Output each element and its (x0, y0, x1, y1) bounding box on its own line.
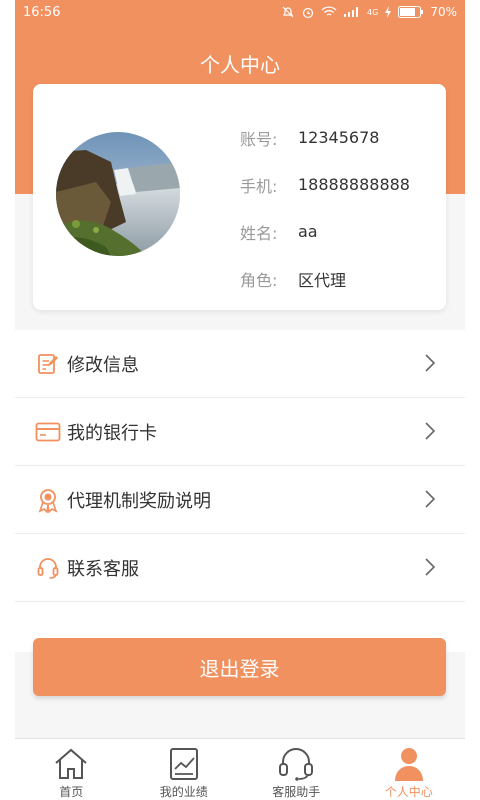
alarm-icon (301, 5, 315, 19)
app-screen: 16:56 4G 70% 个人中心 账号: 12345678 手机: 18888… (15, 0, 465, 800)
profile-row-role: 角色: 区代理 (240, 255, 410, 302)
tab-label: 我的业绩 (159, 785, 208, 799)
page-title: 个人中心 (200, 53, 280, 77)
status-bar: 16:56 4G 70% (15, 0, 465, 24)
name-label: 姓名: (240, 223, 278, 243)
profile-row-phone: 手机: 18888888888 (240, 161, 410, 208)
bank-card-icon (35, 419, 61, 445)
tab-service-assistant[interactable]: 客服助手 (240, 739, 353, 800)
headset-icon (35, 555, 61, 581)
wifi-icon (321, 6, 337, 18)
charging-icon (384, 6, 392, 18)
status-icons: 4G 70% (281, 5, 457, 19)
profile-info: 账号: 12345678 手机: 18888888888 姓名: aa 角色: … (240, 114, 410, 302)
menu-item-agent-reward[interactable]: 代理机制奖励说明 (15, 466, 465, 534)
menu-item-bank-card[interactable]: 我的银行卡 (15, 398, 465, 466)
logout-button[interactable]: 退出登录 (33, 638, 446, 696)
phone-value: 18888888888 (298, 175, 410, 194)
role-label: 角色: (240, 270, 278, 290)
menu-item-contact-service[interactable]: 联系客服 (15, 534, 465, 602)
phone-label: 手机: (240, 176, 278, 196)
tab-personal-center[interactable]: 个人中心 (353, 739, 466, 800)
bottom-tab-bar: 首页 我的业绩 客服助手 个人中心 (15, 738, 465, 800)
tab-performance[interactable]: 我的业绩 (128, 739, 241, 800)
award-ribbon-icon (35, 487, 61, 513)
avatar[interactable] (56, 132, 180, 256)
menu-item-edit-info[interactable]: 修改信息 (15, 330, 465, 398)
menu-item-label: 修改信息 (67, 354, 139, 376)
menu-item-label: 代理机制奖励说明 (67, 490, 211, 512)
signal-icon (343, 6, 361, 18)
chevron-right-icon (425, 558, 436, 580)
role-value: 区代理 (298, 270, 347, 290)
status-time: 16:56 (23, 4, 61, 20)
edit-document-icon (35, 351, 61, 377)
account-label: 账号: (240, 129, 278, 149)
account-value: 12345678 (298, 128, 380, 147)
mute-bell-icon (281, 5, 295, 19)
profile-row-account: 账号: 12345678 (240, 114, 410, 161)
chevron-right-icon (425, 490, 436, 512)
performance-chart-icon (168, 745, 200, 782)
tab-label: 个人中心 (384, 785, 433, 799)
chevron-right-icon (425, 422, 436, 444)
network-type: 4G (367, 7, 379, 17)
avatar-landscape-image (56, 132, 180, 256)
settings-menu: 修改信息 我的银行卡 代理机制奖励说明 联系客服 (15, 330, 465, 652)
menu-item-label: 联系客服 (67, 558, 139, 580)
tab-label: 客服助手 (272, 785, 321, 799)
chevron-right-icon (425, 354, 436, 376)
headphones-icon (277, 745, 315, 782)
profile-card: 账号: 12345678 手机: 18888888888 姓名: aa 角色: … (33, 84, 446, 310)
battery-icon (398, 6, 424, 18)
home-icon (53, 745, 89, 782)
tab-label: 首页 (59, 785, 84, 799)
battery-percent: 70% (430, 5, 457, 19)
profile-row-name: 姓名: aa (240, 208, 410, 255)
menu-item-label: 我的银行卡 (67, 422, 157, 444)
tab-home[interactable]: 首页 (15, 739, 128, 800)
person-icon (392, 745, 426, 782)
name-value: aa (298, 222, 318, 241)
